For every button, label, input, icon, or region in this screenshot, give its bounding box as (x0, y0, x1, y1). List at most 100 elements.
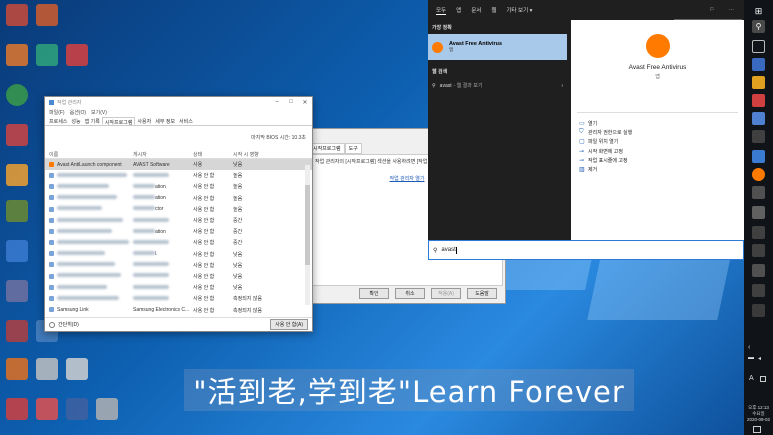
taskbar-app-icon[interactable] (752, 58, 765, 71)
input-language-indicator[interactable]: A (749, 375, 754, 382)
menu-view[interactable]: 보기(V) (91, 109, 107, 116)
tab-app-history[interactable]: 앱 기록 (83, 117, 102, 125)
desktop-app-icon[interactable] (6, 124, 28, 146)
table-row[interactable]: 사용 안 함 낮음 (45, 260, 312, 271)
desktop-app-icon[interactable] (66, 398, 88, 420)
fewer-details-icon[interactable] (49, 321, 55, 328)
taskbar-app-icon[interactable] (752, 130, 765, 143)
column-name[interactable]: 이름 (45, 151, 133, 158)
table-row[interactable]: Avast AntiLaunch component AVAST Software… (45, 159, 312, 171)
filter-web[interactable]: 웹 (491, 6, 496, 14)
table-row[interactable]: l. 사용 안 함 낮음 (45, 249, 312, 260)
taskbar-app-icon[interactable] (752, 206, 765, 219)
task-view-icon[interactable] (752, 40, 765, 53)
tab-startup[interactable]: 시작프로그램 (101, 117, 136, 126)
start-button[interactable]: ⊞ (752, 5, 765, 18)
action-run-as-admin[interactable]: ⛉ 관리자 권한으로 실행 (571, 128, 744, 137)
notification-icon[interactable] (753, 426, 761, 433)
desktop-app-icon[interactable] (6, 240, 28, 262)
desktop-app-icon[interactable] (66, 44, 88, 66)
maximize-button[interactable]: □ (284, 99, 298, 106)
action-pin-to-start[interactable]: ⊸ 시작 화면에 고정 (571, 147, 744, 156)
close-button[interactable]: ✕ (298, 99, 312, 106)
table-row[interactable]: ation 사용 안 함 높음 (45, 193, 312, 204)
menu-file[interactable]: 파일(F) (49, 109, 65, 116)
apply-button[interactable]: 적용(A) (431, 288, 461, 299)
tab-performance[interactable]: 성능 (69, 117, 82, 125)
ok-button[interactable]: 확인 (359, 288, 389, 299)
search-icon[interactable]: ⚲ (752, 20, 765, 33)
more-options-icon[interactable]: ··· (729, 7, 735, 13)
taskbar-app-icon[interactable] (752, 112, 765, 125)
taskbar-app-icon[interactable] (752, 150, 765, 163)
desktop-app-icon[interactable] (6, 200, 28, 222)
desktop-app-icon[interactable] (6, 44, 28, 66)
desktop-app-icon[interactable] (6, 4, 28, 26)
filter-more[interactable]: 기타 보기 ▾ (506, 6, 532, 14)
taskbar-app-icon[interactable] (752, 264, 765, 277)
table-row[interactable]: Samsung Link Samsung Electronics C... 사용 안… (45, 304, 312, 315)
show-hidden-icons[interactable]: ‹ (748, 344, 750, 351)
best-match-result[interactable]: Avast Free Antivirus 앱 (428, 34, 567, 60)
taskbar-app-icon[interactable] (752, 226, 765, 239)
taskbar-app-icon[interactable] (752, 94, 765, 107)
desktop-app-icon[interactable] (6, 398, 28, 420)
taskbar-app-icon[interactable] (752, 244, 765, 257)
table-row[interactable]: 사용 안 함 측정되지 않음 (45, 293, 312, 304)
desktop-app-icon[interactable] (36, 358, 58, 380)
taskbar-app-icon[interactable] (752, 186, 765, 199)
tab-users[interactable]: 사용자 (135, 117, 153, 125)
tab-services[interactable]: 서비스 (177, 117, 195, 125)
tab-startup[interactable]: 시작프로그램 (309, 143, 345, 154)
tab-processes[interactable]: 프로세스 (47, 117, 69, 125)
tab-tools[interactable]: 도구 (344, 143, 362, 154)
vertical-scrollbar[interactable] (305, 165, 310, 305)
volume-icon[interactable]: ◂ (758, 355, 761, 362)
column-status[interactable]: 상태 (193, 151, 233, 158)
desktop-app-icon[interactable] (6, 320, 28, 342)
table-row[interactable]: ation 사용 안 함 중간 (45, 226, 312, 237)
desktop-app-icon[interactable] (36, 398, 58, 420)
table-row[interactable]: 사용 안 함 낮음 (45, 271, 312, 282)
column-startup-impact[interactable]: 시작 시 영향 (233, 151, 293, 158)
minimize-button[interactable]: – (270, 99, 284, 106)
disable-button[interactable]: 사용 안 함(A) (270, 319, 308, 330)
desktop-app-icon[interactable] (6, 280, 28, 302)
desktop-app-icon[interactable] (66, 358, 88, 380)
search-box[interactable]: ⚲ avast (428, 240, 744, 260)
desktop-app-icon[interactable] (96, 398, 118, 420)
action-open[interactable]: ▭ 열기 (571, 119, 744, 128)
column-publisher[interactable]: 게시자 (133, 151, 193, 158)
action-open-file-location[interactable]: ▢ 파일 위치 열기 (571, 137, 744, 146)
table-row[interactable]: 사용 안 함 낮음 (45, 282, 312, 293)
help-button[interactable]: 도움말 (467, 288, 497, 299)
feedback-icon[interactable]: ⚐ (710, 7, 715, 13)
taskbar-app-icon[interactable] (752, 284, 765, 297)
table-row[interactable]: 사용 안 함 중간 (45, 237, 312, 248)
table-row[interactable]: 사용 안 함 중간 (45, 215, 312, 226)
scrollbar-thumb[interactable] (305, 185, 310, 265)
web-search-result[interactable]: ⚲ avast - 웹 결과 보기 › (428, 78, 571, 93)
chrome-icon[interactable] (6, 84, 28, 106)
desktop-app-icon[interactable] (6, 164, 28, 186)
menu-options[interactable]: 옵션(O) (70, 109, 86, 116)
taskbar-app-icon[interactable] (752, 168, 765, 181)
system-clock[interactable]: 오후 12:13 수요일 2020-09-02 (744, 405, 773, 423)
network-icon[interactable]: ▬ (748, 355, 754, 361)
desktop-app-icon[interactable] (36, 4, 58, 26)
filter-all[interactable]: 모두 (436, 6, 447, 15)
action-pin-to-taskbar[interactable]: ⊸ 작업 표시줄에 고정 (571, 156, 744, 165)
table-row[interactable]: ctor 사용 안 함 높음 (45, 204, 312, 215)
action-uninstall[interactable]: ▥ 제거 (571, 165, 744, 174)
tab-details[interactable]: 세부 정보 (153, 117, 177, 125)
fewer-details-link[interactable]: 간단히(D) (58, 321, 79, 328)
table-row[interactable]: 사용 안 함 높음 (45, 170, 312, 181)
filter-documents[interactable]: 문서 (471, 6, 481, 14)
cancel-button[interactable]: 취소 (395, 288, 425, 299)
taskbar-app-icon[interactable] (752, 76, 765, 89)
taskbar-app-icon[interactable] (752, 304, 765, 317)
chevron-right-icon[interactable]: › (561, 83, 563, 89)
desktop-app-icon[interactable] (36, 44, 58, 66)
desktop-app-icon[interactable] (6, 358, 28, 380)
table-row[interactable]: ation 사용 안 함 높음 (45, 181, 312, 192)
